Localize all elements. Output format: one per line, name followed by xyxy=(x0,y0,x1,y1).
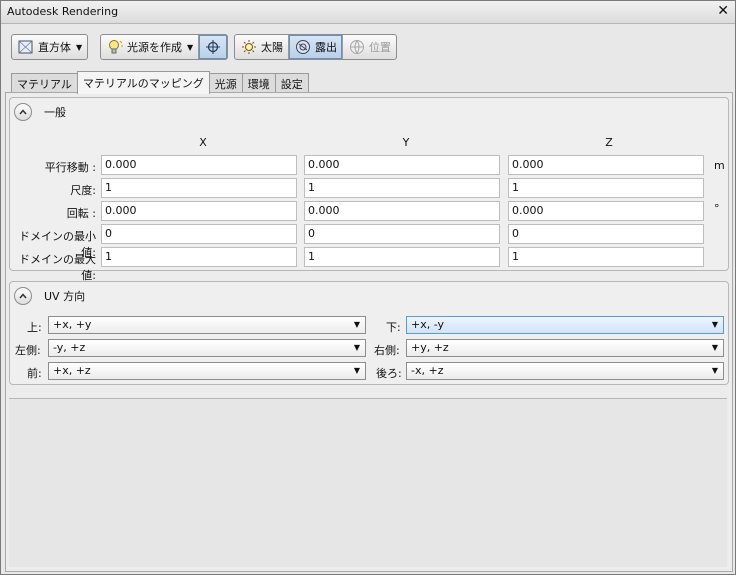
bottom-direction-dropdown[interactable]: +x, -y ▼ xyxy=(406,316,724,334)
back-direction-value: -x, +z xyxy=(411,364,444,377)
rotation-z-field[interactable]: 0.000 xyxy=(508,201,704,221)
domain-min-x-field[interactable]: 0 xyxy=(101,224,297,244)
chevron-down-icon: ▼ xyxy=(353,366,360,375)
top-direction-label: 上: xyxy=(27,321,42,334)
general-section: 一般 X Y Z 平行移動 : 0.000 0.000 0.000 m 尺度: … xyxy=(9,97,729,282)
uv-direction-section: UV 方向 上: +x, +y ▼ 下: +x, -y ▼ 左側: -y, +z… xyxy=(9,281,729,385)
create-light-button[interactable]: 光源を作成 ▼ xyxy=(101,35,198,59)
translation-unit: m xyxy=(714,159,725,172)
domain-max-x-field[interactable]: 1 xyxy=(101,247,297,267)
tab-material[interactable]: マテリアル xyxy=(11,73,78,94)
rotation-y-field[interactable]: 0.000 xyxy=(304,201,500,221)
domain-max-label: ドメインの最大値: xyxy=(19,253,96,282)
exposure-label: 露出 xyxy=(315,41,337,54)
chevron-down-icon: ▼ xyxy=(353,320,360,329)
front-direction-dropdown[interactable]: +x, +z ▼ xyxy=(48,362,366,380)
chevron-down-icon: ▼ xyxy=(711,320,718,329)
sun-button[interactable]: 太陽 xyxy=(235,35,288,59)
rotation-unit: ° xyxy=(714,202,720,215)
tab-light-source[interactable]: 光源 xyxy=(208,73,243,94)
left-direction-label: 左側: xyxy=(15,344,41,357)
general-section-header: 一般 xyxy=(14,103,66,121)
close-icon[interactable]: ✕ xyxy=(717,3,729,19)
right-direction-dropdown[interactable]: +y, +z ▼ xyxy=(406,339,724,357)
chevron-up-icon xyxy=(19,293,27,299)
left-direction-dropdown[interactable]: -y, +z ▼ xyxy=(48,339,366,357)
right-direction-value: +y, +z xyxy=(411,341,449,354)
chevron-down-icon: ▼ xyxy=(353,343,360,352)
tab-settings[interactable]: 設定 xyxy=(274,73,309,94)
back-direction-label: 後ろ: xyxy=(376,367,402,380)
scale-z-field[interactable]: 1 xyxy=(508,178,704,198)
scale-y-field[interactable]: 1 xyxy=(304,178,500,198)
top-direction-dropdown[interactable]: +x, +y ▼ xyxy=(48,316,366,334)
create-light-label: 光源を作成 xyxy=(127,41,182,54)
chevron-down-icon: ▼ xyxy=(76,42,83,52)
translation-label: 平行移動 : xyxy=(44,161,96,174)
translation-z-field[interactable]: 0.000 xyxy=(508,155,704,175)
location-button[interactable]: 位置 xyxy=(342,35,396,59)
box-mapping-group: 直方体 ▼ xyxy=(11,34,89,60)
collapse-general-button[interactable] xyxy=(14,103,32,121)
light-group: 光源を作成 ▼ xyxy=(100,34,229,60)
sun-label: 太陽 xyxy=(261,41,283,54)
sun-exposure-group: 太陽 露出 位置 xyxy=(234,34,397,60)
light-bulb-icon xyxy=(109,40,123,54)
empty-panel-area xyxy=(9,398,727,567)
chevron-down-icon: ▼ xyxy=(187,42,194,52)
back-direction-dropdown[interactable]: -x, +z ▼ xyxy=(406,362,724,380)
toolbar: 直方体 ▼ 光源を作成 ▼ 太陽 露出 位置 xyxy=(1,24,735,68)
top-direction-value: +x, +y xyxy=(53,318,92,331)
autodesk-rendering-window: Autodesk Rendering ✕ 直方体 ▼ 光源を作成 ▼ 太陽 露出… xyxy=(0,0,736,575)
light-glyph-icon xyxy=(206,40,221,54)
general-section-title: 一般 xyxy=(44,106,66,119)
title-bar: Autodesk Rendering ✕ xyxy=(1,1,735,24)
chevron-down-icon: ▼ xyxy=(711,343,718,352)
location-label: 位置 xyxy=(369,41,391,54)
tab-material-mapping[interactable]: マテリアルのマッピング xyxy=(76,71,210,94)
uv-section-title: UV 方向 xyxy=(44,290,86,303)
right-direction-label: 右側: xyxy=(374,344,400,357)
light-glyph-toggle[interactable] xyxy=(198,35,228,59)
translation-x-field[interactable]: 0.000 xyxy=(101,155,297,175)
box-mapping-button[interactable]: 直方体 ▼ xyxy=(12,35,87,59)
collapse-uv-button[interactable] xyxy=(14,287,32,305)
chevron-up-icon xyxy=(19,109,27,115)
domain-min-z-field[interactable]: 0 xyxy=(508,224,704,244)
column-header-x: X xyxy=(199,136,207,149)
domain-max-y-field[interactable]: 1 xyxy=(304,247,500,267)
exposure-button[interactable]: 露出 xyxy=(288,35,342,59)
column-header-z: Z xyxy=(605,136,613,149)
scale-x-field[interactable]: 1 xyxy=(101,178,297,198)
exposure-icon xyxy=(296,40,310,54)
domain-max-z-field[interactable]: 1 xyxy=(508,247,704,267)
cube-icon xyxy=(18,40,33,54)
tab-environment[interactable]: 環境 xyxy=(241,73,276,94)
front-direction-value: +x, +z xyxy=(53,364,91,377)
sun-icon xyxy=(242,40,256,54)
bottom-direction-value: +x, -y xyxy=(411,318,445,331)
column-header-y: Y xyxy=(402,136,410,149)
rotation-label: 回転 : xyxy=(66,207,96,220)
scale-label: 尺度: xyxy=(70,184,96,197)
left-direction-value: -y, +z xyxy=(53,341,86,354)
domain-min-y-field[interactable]: 0 xyxy=(304,224,500,244)
translation-y-field[interactable]: 0.000 xyxy=(304,155,500,175)
tab-content: 一般 X Y Z 平行移動 : 0.000 0.000 0.000 m 尺度: … xyxy=(5,92,733,572)
rotation-x-field[interactable]: 0.000 xyxy=(101,201,297,221)
tab-bar: マテリアル マテリアルのマッピング 光源 環境 設定 xyxy=(11,71,309,94)
uv-section-header: UV 方向 xyxy=(14,287,85,305)
bottom-direction-label: 下: xyxy=(386,321,401,334)
window-title: Autodesk Rendering xyxy=(7,5,119,18)
front-direction-label: 前: xyxy=(27,367,42,380)
globe-icon xyxy=(350,40,364,55)
chevron-down-icon: ▼ xyxy=(711,366,718,375)
box-label: 直方体 xyxy=(38,41,71,54)
